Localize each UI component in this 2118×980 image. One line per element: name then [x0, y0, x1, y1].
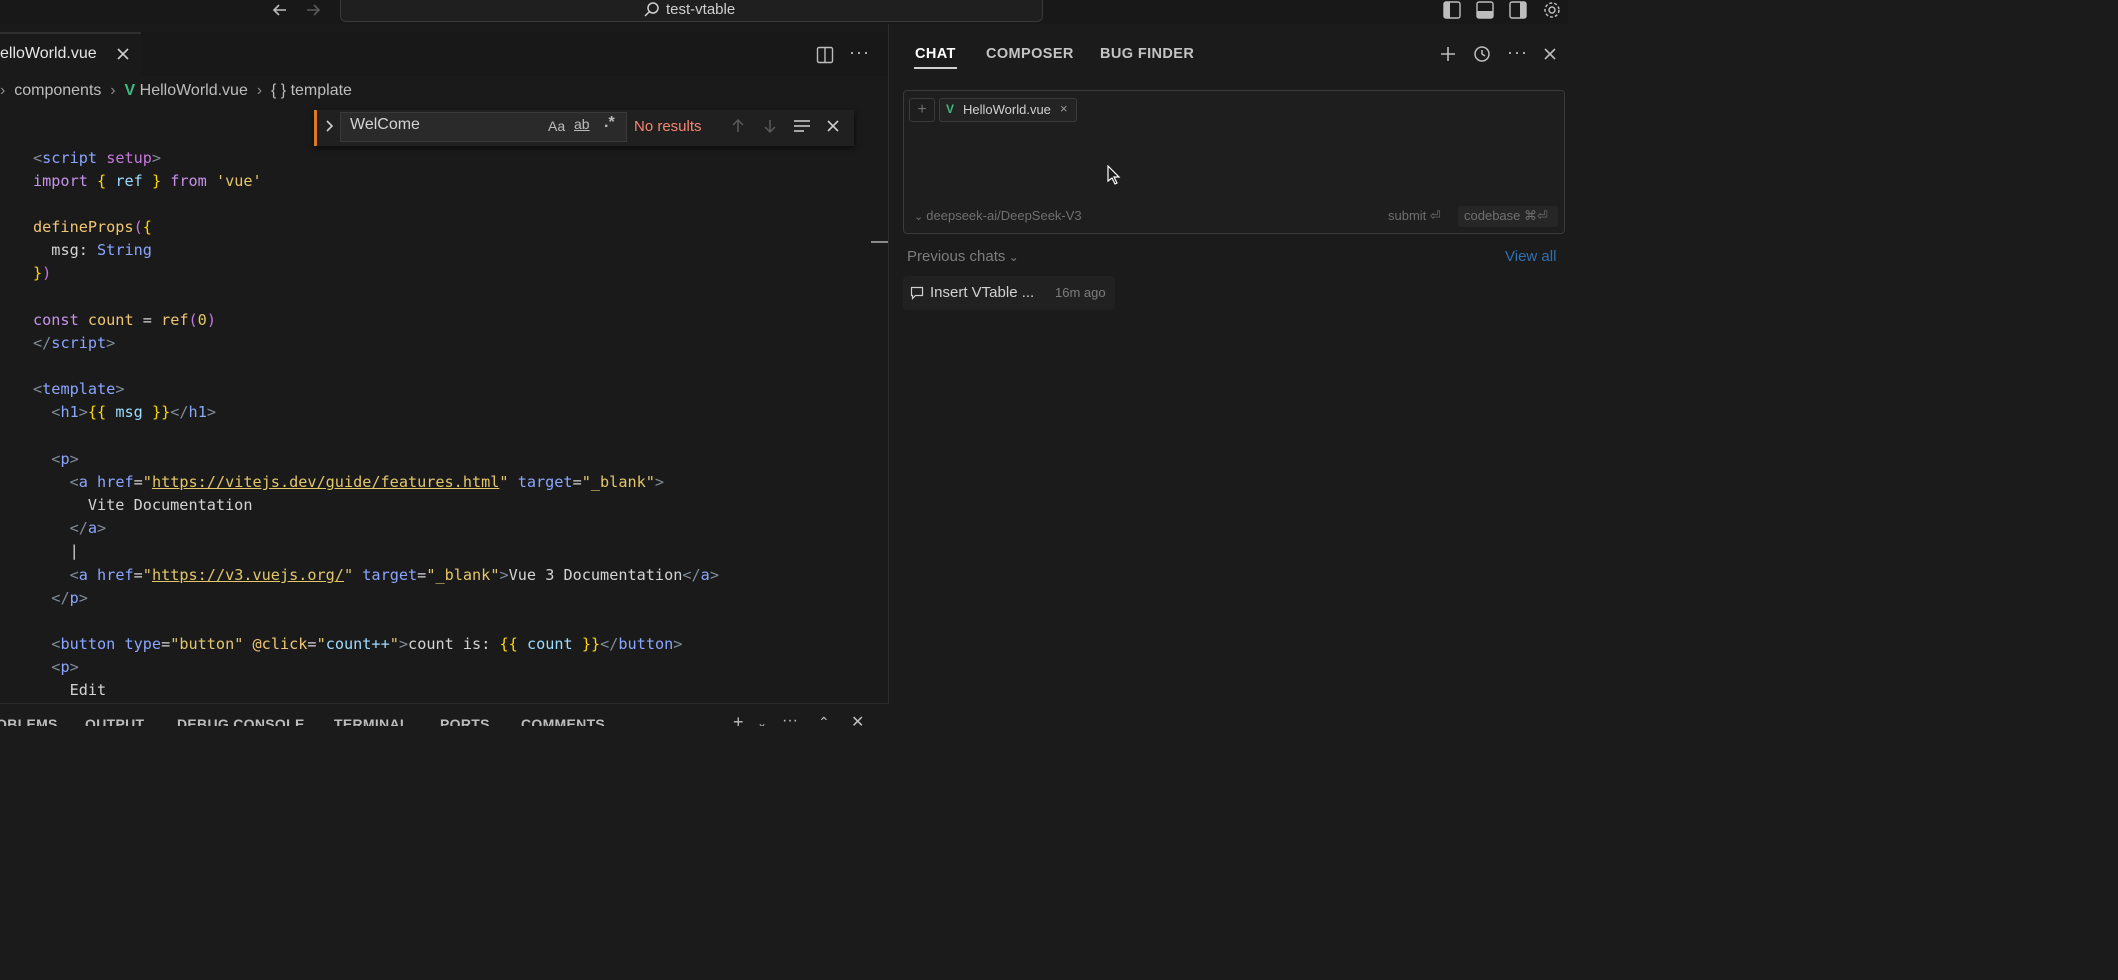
- code-line: defineProps({: [33, 218, 152, 236]
- minimap-slider[interactable]: [871, 241, 888, 243]
- split-editor-icon[interactable]: [815, 45, 835, 65]
- code-line: <script setup>: [33, 149, 162, 167]
- editor-tab-label[interactable]: elloWorld.vue: [0, 45, 97, 63]
- close-panel-icon[interactable]: ✕: [851, 712, 864, 726]
- close-tab-icon[interactable]: [114, 45, 132, 63]
- code-line: <a href="https://vitejs.dev/guide/featur…: [69, 473, 665, 491]
- editor-more-actions-icon[interactable]: ···: [849, 42, 870, 63]
- close-find-icon[interactable]: [824, 116, 842, 136]
- chat-bubble-icon: [909, 285, 925, 301]
- tab-comments[interactable]: COMMENTS: [521, 716, 605, 726]
- code-line: <p>: [51, 450, 79, 468]
- chat-more-icon[interactable]: ···: [1507, 42, 1528, 63]
- tab-bug-finder[interactable]: BUG FINDER: [1100, 46, 1194, 62]
- previous-match-icon[interactable]: [729, 116, 747, 136]
- breadcrumb-template[interactable]: { } template: [271, 82, 352, 99]
- breadcrumb-components[interactable]: components: [14, 82, 101, 99]
- chevron-down-icon: ⌄: [914, 211, 927, 223]
- code-line: |: [69, 542, 79, 560]
- maximize-panel-icon[interactable]: ⌃: [818, 714, 830, 726]
- find-status: No results: [634, 118, 702, 135]
- search-icon: [642, 0, 662, 20]
- submit-button[interactable]: submit ⏎: [1388, 208, 1441, 224]
- toggle-primary-sidebar-icon[interactable]: [1442, 0, 1462, 20]
- tab-problems[interactable]: OBLEMS: [0, 716, 58, 726]
- toggle-panel-icon[interactable]: [1475, 0, 1495, 20]
- tab-composer[interactable]: COMPOSER: [986, 46, 1074, 62]
- code-line: }): [33, 264, 52, 282]
- code-line: <p>: [51, 658, 79, 676]
- previous-chat-time: 16m ago: [1055, 285, 1106, 300]
- model-name: deepseek-ai/DeepSeek-V3: [926, 208, 1082, 223]
- view-all-link[interactable]: View all: [1505, 248, 1556, 265]
- toggle-secondary-sidebar-icon[interactable]: [1508, 0, 1528, 20]
- tab-terminal[interactable]: TERMINAL: [334, 716, 409, 726]
- forward-arrow-icon[interactable]: [303, 0, 323, 20]
- context-file-name: HelloWorld.vue: [963, 102, 1051, 117]
- code-line: </p>: [51, 589, 88, 607]
- vue-file-icon: V: [946, 102, 955, 116]
- tab-ports[interactable]: PORTS: [440, 716, 490, 726]
- match-whole-word-toggle[interactable]: ab: [574, 116, 590, 132]
- new-chat-icon[interactable]: [1438, 44, 1458, 64]
- code-line: msg: String: [51, 241, 152, 259]
- previous-chats-header[interactable]: Previous chats ⌄: [907, 248, 1019, 265]
- model-selector[interactable]: ⌄ deepseek-ai/DeepSeek-V3: [914, 208, 1082, 223]
- bottom-panel-tabs: OBLEMS OUTPUT DEBUG CONSOLE TERMINAL POR…: [0, 703, 889, 726]
- find-query[interactable]: WelCome: [350, 116, 420, 134]
- code-line: import { ref } from 'vue': [33, 172, 262, 190]
- chevron-down-icon: ⌄: [1005, 250, 1019, 264]
- previous-chats-label: Previous chats: [907, 248, 1006, 265]
- code-line: Edit: [69, 681, 107, 699]
- match-case-toggle[interactable]: Aa: [548, 118, 565, 134]
- project-name[interactable]: test-vtable: [666, 0, 735, 20]
- next-match-icon[interactable]: [761, 116, 779, 136]
- history-icon[interactable]: [1472, 44, 1492, 64]
- use-regex-toggle[interactable]: .*: [604, 114, 615, 132]
- code-line: <template>: [33, 380, 125, 398]
- close-chat-icon[interactable]: [1540, 44, 1560, 64]
- previous-chat-title: Insert VTable ...: [930, 284, 1035, 301]
- codebase-label[interactable]: codebase ⌘⏎: [1464, 208, 1548, 224]
- panel-more-icon[interactable]: ···: [782, 712, 798, 726]
- mouse-cursor-icon: [1107, 165, 1121, 185]
- vue-file-icon: V: [124, 82, 136, 99]
- new-terminal-icon[interactable]: +: [733, 712, 744, 726]
- code-line: </a>: [69, 519, 107, 537]
- code-line: <a href="https://v3.vuejs.org/" target="…: [69, 566, 719, 584]
- tab-chat[interactable]: CHAT: [915, 46, 956, 62]
- settings-gear-icon[interactable]: [1541, 0, 1563, 20]
- chevron-down-icon[interactable]: ⌄: [757, 716, 767, 726]
- remove-context-icon[interactable]: ×: [1060, 101, 1068, 116]
- back-arrow-icon[interactable]: [270, 0, 290, 20]
- tab-debug-console[interactable]: DEBUG CONSOLE: [177, 716, 305, 726]
- code-line: const count = ref(0): [33, 311, 216, 329]
- breadcrumb: › components › V HelloWorld.vue › { } te…: [0, 82, 352, 99]
- tab-output[interactable]: OUTPUT: [85, 716, 144, 726]
- breadcrumb-file[interactable]: HelloWorld.vue: [140, 82, 248, 99]
- toggle-replace-chevron-icon[interactable]: [322, 117, 338, 135]
- active-tab-indicator: [914, 67, 957, 69]
- code-line: </script>: [33, 334, 116, 352]
- code-line: <h1>{{ msg }}</h1>: [51, 403, 216, 421]
- code-line: Vite Documentation: [87, 496, 253, 514]
- add-context-icon[interactable]: +: [909, 98, 935, 122]
- find-in-selection-icon[interactable]: [792, 116, 812, 136]
- code-line: <button type="button" @click="count++">c…: [51, 635, 683, 653]
